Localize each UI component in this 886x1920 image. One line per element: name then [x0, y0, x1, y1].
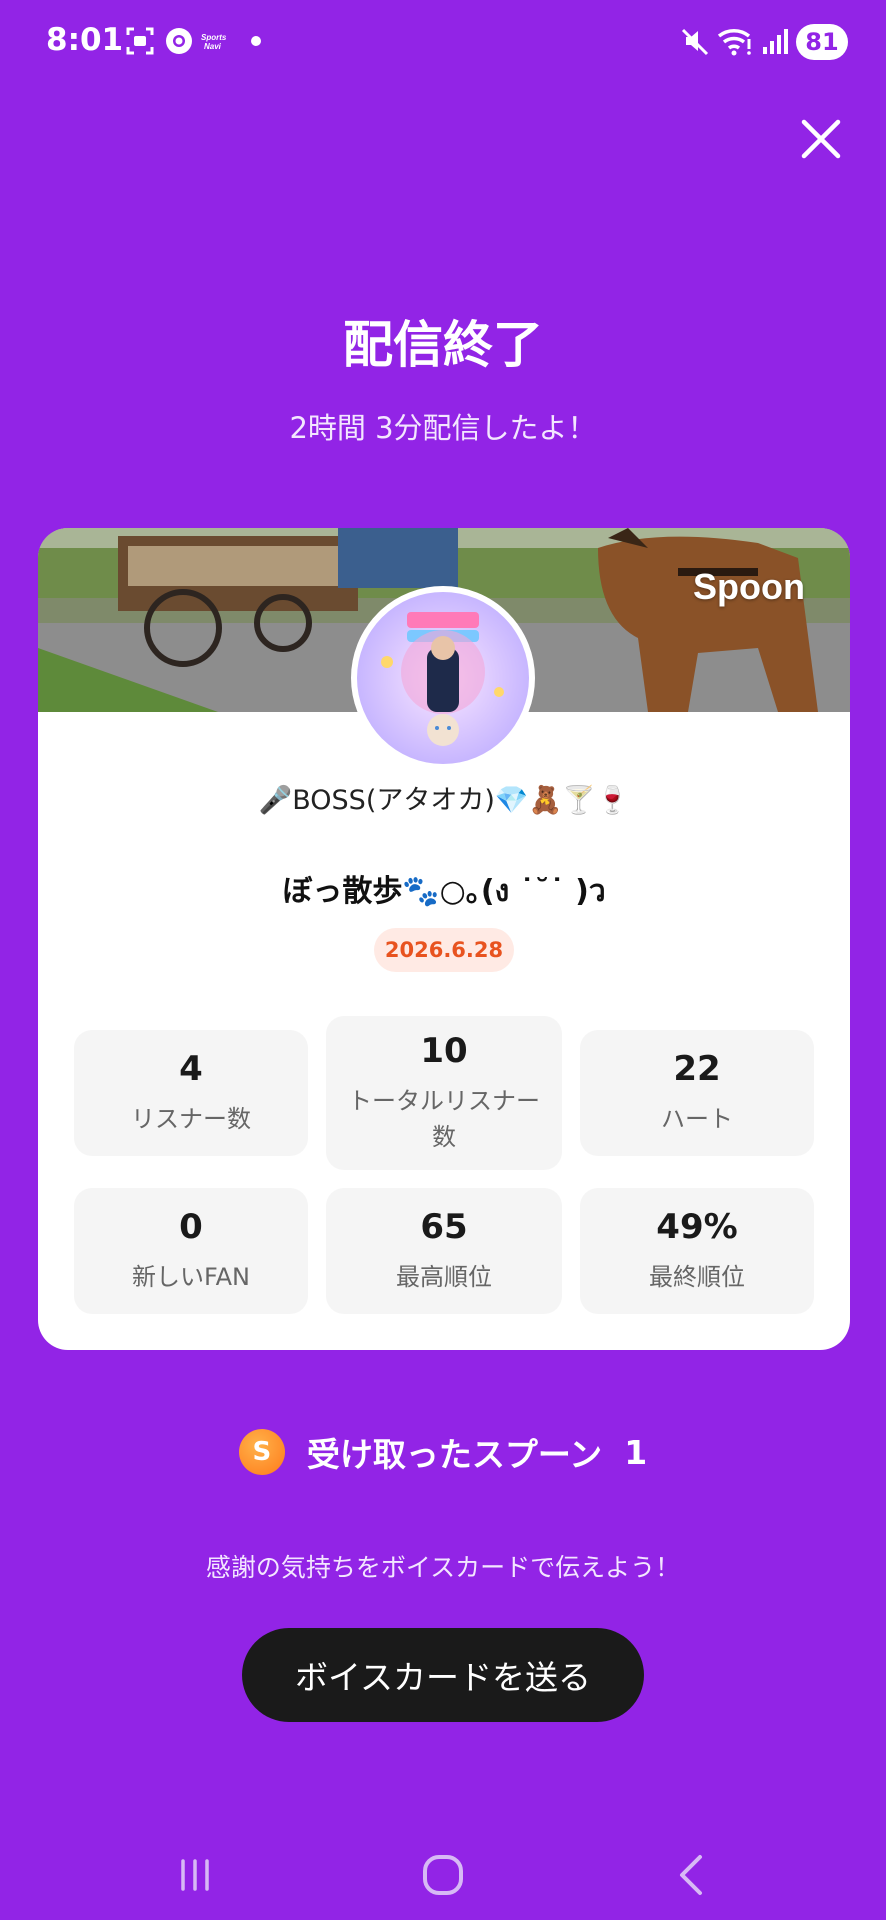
chrome-icon	[162, 24, 196, 58]
battery-indicator: 81	[796, 24, 848, 60]
stat-label: ハート	[661, 1105, 733, 1133]
wifi-icon	[716, 24, 756, 58]
signal-icon	[760, 24, 790, 58]
stat-value: 49%	[656, 1207, 738, 1247]
stat-value: 65	[420, 1207, 468, 1247]
spoon-logo: Spoon	[693, 566, 805, 607]
recent-apps-icon	[181, 1859, 209, 1891]
stat-label: 新しいFAN	[132, 1263, 250, 1291]
stat-value: 4	[179, 1049, 203, 1089]
date-badge: 2026.6.28	[374, 928, 514, 972]
broadcast-duration: 2時間 3分配信したよ！	[289, 411, 597, 445]
stat-new-fans: 0 新しいFAN	[74, 1188, 308, 1314]
stat-hearts: 22 ハート	[580, 1030, 814, 1156]
status-bar: 8:01 Sports Navi 81	[0, 0, 886, 84]
stat-label: 最高順位	[396, 1263, 492, 1291]
close-icon	[801, 119, 841, 159]
live-title: ぼっ散歩🐾○｡(ง ˙˘˙ )ว	[282, 874, 606, 909]
system-nav-bar	[0, 1830, 886, 1920]
stat-label: リスナー数	[131, 1105, 251, 1133]
close-button[interactable]	[796, 114, 846, 164]
dj-avatar[interactable]	[351, 586, 535, 770]
stat-listeners: 4 リスナー数	[74, 1030, 308, 1156]
home-icon	[423, 1855, 463, 1895]
dot-icon	[248, 24, 264, 58]
stat-value: 10	[420, 1031, 468, 1071]
received-spoons: S 受け取ったスプーン 1	[0, 1428, 886, 1476]
stat-final-rank: 49% 最終順位	[580, 1188, 814, 1314]
stat-label: 最終順位	[649, 1263, 745, 1291]
back-button[interactable]	[662, 1850, 722, 1900]
stat-total-listeners: 10 トータルリスナー数	[326, 1016, 562, 1170]
stat-best-rank: 65 最高順位	[326, 1188, 562, 1314]
thanks-message: 感謝の気持ちをボイスカードで伝えよう！	[205, 1553, 681, 1582]
page-title: 配信終了	[343, 316, 543, 374]
stat-value: 22	[673, 1049, 721, 1089]
received-spoons-label: 受け取ったスプーン	[306, 1435, 603, 1474]
dj-name: 🎤BOSS(アタオカ)💎🧸🍸🍷	[258, 785, 630, 816]
spoon-coin-icon: S	[238, 1429, 285, 1475]
live-summary-card: Spoon 🎤BOSS(アタオカ)💎🧸🍸🍷 ぼっ散歩🐾○｡(ง ˙˘˙ )ว 2…	[38, 528, 850, 1350]
mute-icon	[678, 24, 712, 58]
svg-text:Sports: Sports	[201, 33, 227, 42]
recent-apps-button[interactable]	[165, 1850, 225, 1900]
stat-value: 0	[179, 1207, 203, 1247]
received-spoons-count: 1	[624, 1432, 648, 1472]
app-icon: Sports Navi	[200, 24, 234, 58]
status-time: 8:01	[46, 22, 124, 58]
send-voice-card-button[interactable]: ボイスカードを送る	[242, 1628, 644, 1722]
back-icon	[680, 1855, 702, 1895]
home-button[interactable]	[413, 1850, 473, 1900]
screenshot-icon	[122, 24, 158, 58]
stat-label: トータルリスナー数	[348, 1087, 540, 1151]
svg-text:Navi: Navi	[204, 42, 222, 51]
